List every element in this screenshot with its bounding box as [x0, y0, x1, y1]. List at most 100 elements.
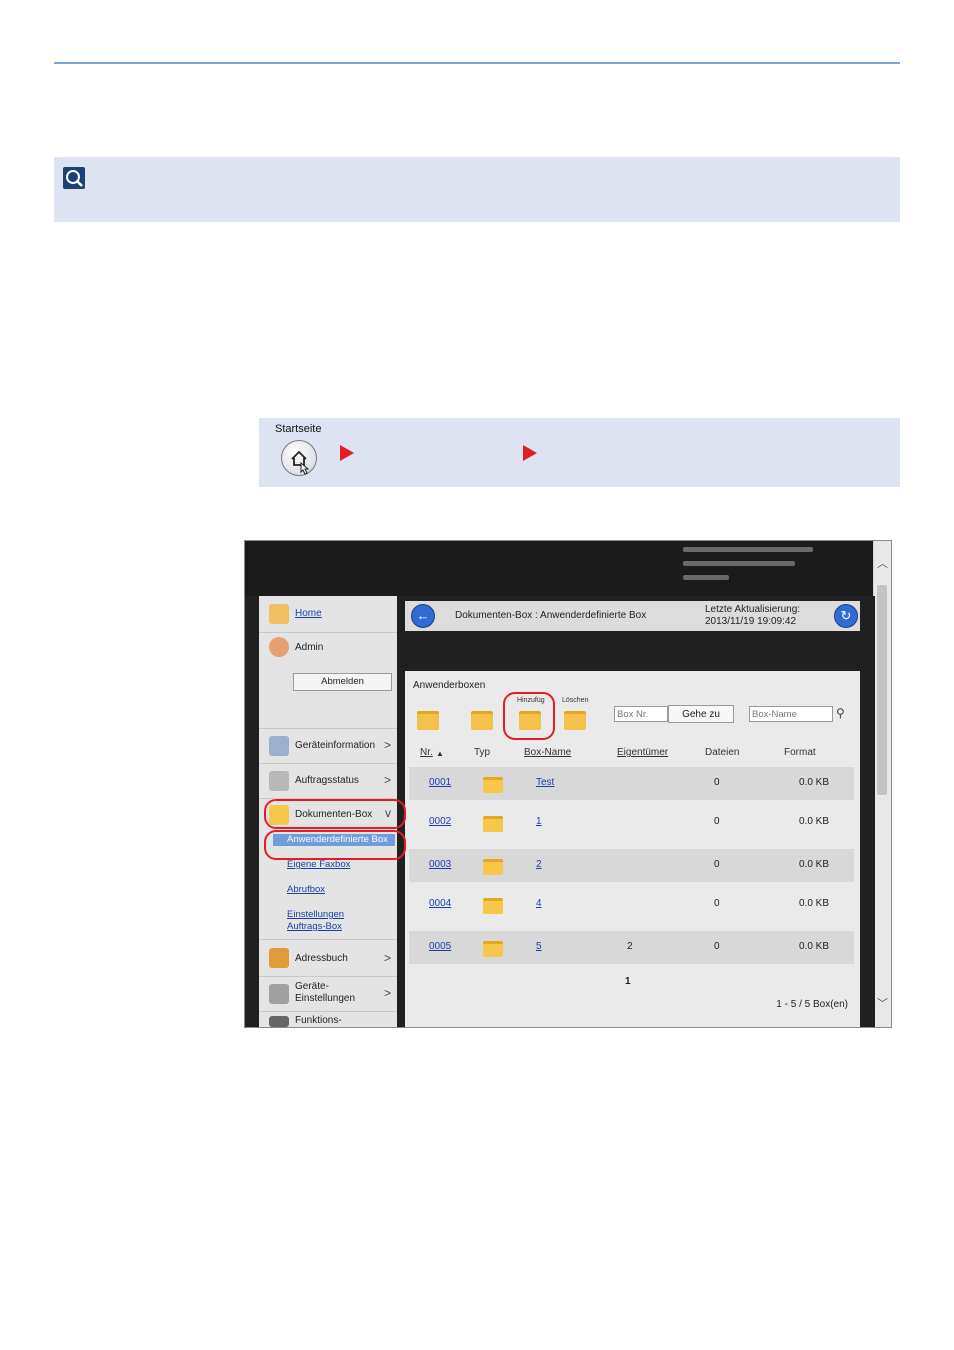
sort-ascending-icon: ▲	[436, 749, 444, 758]
box-format: 0.0 KB	[799, 941, 830, 952]
view-grid-icon[interactable]	[417, 711, 439, 730]
breadcrumb-text: Dokumenten-Box : Anwenderdefinierte Box	[455, 610, 647, 621]
back-icon[interactable]: ←	[411, 604, 435, 628]
folder-icon	[483, 777, 503, 793]
scroll-down-icon[interactable]: ﹀	[877, 995, 888, 1011]
highlight-document-box	[264, 799, 406, 829]
user-icon	[269, 637, 289, 657]
box-files: 0	[714, 859, 720, 870]
sidebar-item-label: Geräte- Einstellungen	[295, 981, 356, 1004]
table-row: 0005 5 2 0 0.0 KB	[409, 931, 854, 964]
sidebar-item-label: Funktions-	[295, 1015, 342, 1026]
table-row: 0003 2 0 0.0 KB	[409, 849, 854, 882]
home-icon	[269, 604, 289, 624]
box-files: 0	[714, 777, 720, 788]
user-box-panel: Anwenderboxen Hinzufüg Löschen Box Nr. G…	[405, 671, 860, 1027]
box-name-input[interactable]: Box-Name	[749, 706, 833, 722]
blurred-text	[683, 547, 813, 552]
panel-title: Anwenderboxen	[413, 680, 486, 691]
home-button[interactable]	[281, 440, 317, 476]
note-box	[54, 157, 900, 222]
box-format: 0.0 KB	[799, 816, 830, 827]
goto-button[interactable]: Gehe zu	[668, 705, 734, 723]
scrollbar[interactable]: ︿ ﹀	[873, 541, 891, 1027]
blurred-text	[683, 561, 795, 566]
folder-icon	[483, 898, 503, 914]
box-number-link[interactable]: 0005	[429, 941, 451, 952]
last-update-value: 2013/11/19 19:09:42	[705, 616, 797, 627]
breadcrumb: ← Dokumenten-Box : Anwenderdefinierte Bo…	[405, 601, 860, 631]
subitem-polling-box[interactable]: Abrufbox	[287, 884, 387, 896]
navigation-path: Startseite	[259, 418, 900, 487]
refresh-icon[interactable]: ↻	[834, 604, 858, 628]
box-number-link[interactable]: 0003	[429, 859, 451, 870]
main-content: ← Dokumenten-Box : Anwenderdefinierte Bo…	[405, 596, 875, 1027]
box-name-link[interactable]: 2	[536, 859, 542, 870]
sidebar-item-home[interactable]: Home	[259, 596, 397, 633]
sidebar-item-address-book[interactable]: Adressbuch >	[259, 940, 397, 977]
delete-label: Löschen	[562, 697, 589, 704]
delete-folder-icon[interactable]	[564, 711, 586, 730]
box-format: 0.0 KB	[799, 898, 830, 909]
box-format: 0.0 KB	[799, 859, 830, 870]
column-header-owner[interactable]: Eigentümer	[617, 747, 668, 758]
note-icon	[63, 167, 85, 189]
highlight-custom-box	[264, 830, 406, 860]
screenshot-header	[245, 541, 873, 596]
blurred-text	[683, 575, 729, 580]
logout-button[interactable]: Abmelden	[293, 673, 392, 691]
user-panel: Admin Abmelden	[259, 633, 397, 729]
functions-icon	[269, 1016, 289, 1027]
box-name-link[interactable]: Test	[536, 777, 554, 788]
settings-icon	[269, 984, 289, 1004]
scroll-up-icon[interactable]: ︿	[877, 555, 888, 571]
scroll-thumb[interactable]	[877, 585, 887, 795]
owner-folder-icon[interactable]	[471, 711, 493, 730]
box-number-link[interactable]: 0002	[429, 816, 451, 827]
sidebar-item-device-info[interactable]: Geräteinformation >	[259, 729, 397, 764]
subitem-fax-box[interactable]: Eigene Faxbox	[287, 859, 387, 871]
pagination-current[interactable]: 1	[625, 976, 631, 987]
box-name-link[interactable]: 4	[536, 898, 542, 909]
column-header-format: Format	[784, 747, 816, 758]
start-label: Startseite	[275, 423, 322, 435]
box-nr-input[interactable]: Box Nr.	[614, 706, 668, 722]
arrow-right-icon	[340, 445, 354, 461]
box-count: 1 - 5 / 5 Box(en)	[776, 999, 848, 1010]
last-update: Letzte Aktualisierung: 2013/11/19 19:09:…	[705, 604, 800, 628]
folder-icon	[483, 816, 503, 832]
folder-icon	[483, 859, 503, 875]
table-row: 0004 4 0 0.0 KB	[409, 888, 854, 926]
sidebar-item-functions[interactable]: Funktions-	[259, 1012, 397, 1027]
sidebar-item-device-settings[interactable]: Geräte- Einstellungen >	[259, 977, 397, 1012]
sidebar-item-label: Geräteinformation	[295, 740, 376, 751]
box-number-link[interactable]: 0004	[429, 898, 451, 909]
box-files: 0	[714, 898, 720, 909]
sidebar-item-job-status[interactable]: Auftragsstatus >	[259, 764, 397, 799]
box-number-link[interactable]: 0001	[429, 777, 451, 788]
subitem-job-box-settings[interactable]: Einstellungen Auftrags-Box	[287, 909, 357, 933]
search-icon[interactable]: ⚲	[836, 706, 845, 720]
box-name-link[interactable]: 1	[536, 816, 542, 827]
column-header-nr[interactable]: Nr.	[420, 747, 433, 758]
top-rule	[54, 62, 900, 64]
job-status-icon	[269, 771, 289, 791]
box-files: 0	[714, 816, 720, 827]
device-info-icon	[269, 736, 289, 756]
address-book-icon	[269, 948, 289, 968]
last-update-label: Letzte Aktualisierung:	[705, 604, 801, 615]
home-link[interactable]: Home	[295, 608, 322, 619]
box-format: 0.0 KB	[799, 777, 830, 788]
box-owner: 2	[627, 941, 633, 952]
chevron-right-icon: >	[383, 951, 391, 965]
column-header-files: Dateien	[705, 747, 740, 758]
sidebar-item-label: Adressbuch	[295, 953, 348, 964]
column-header-box-name[interactable]: Box-Name	[524, 747, 571, 758]
column-header-type: Typ	[474, 747, 491, 758]
table-row: 0002 1 0 0.0 KB	[409, 806, 854, 844]
highlight-add-button	[503, 692, 555, 740]
chevron-right-icon: >	[383, 738, 391, 752]
chevron-right-icon: >	[383, 773, 391, 787]
arrow-right-icon	[523, 445, 537, 461]
box-name-link[interactable]: 5	[536, 941, 542, 952]
